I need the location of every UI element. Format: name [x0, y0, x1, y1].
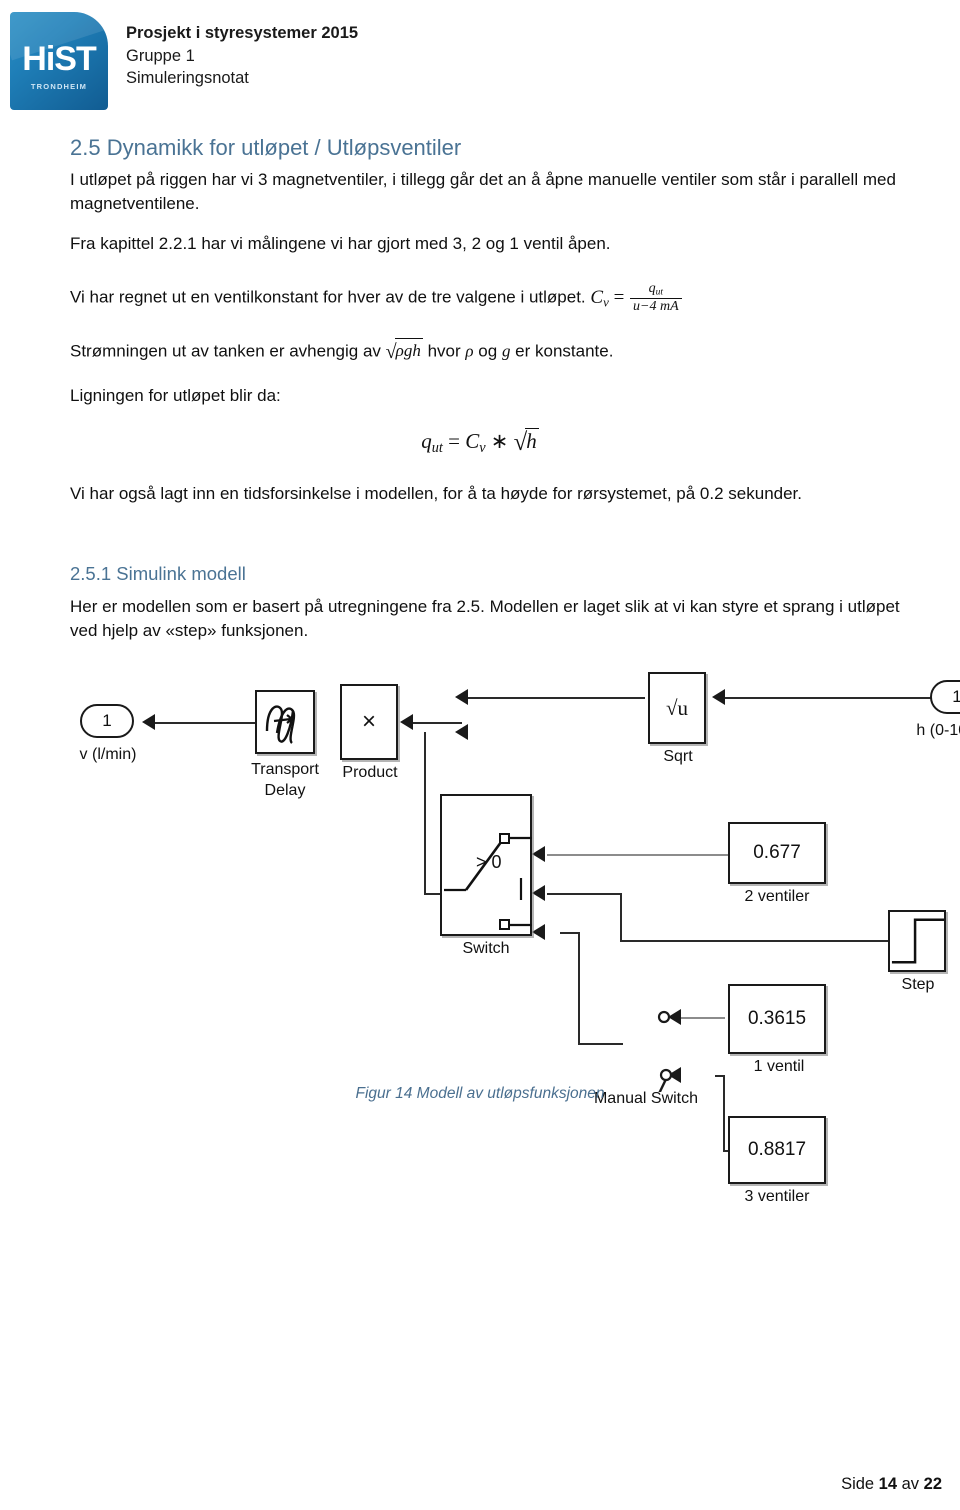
constant-two-valves-label: 2 ventiler: [744, 888, 810, 905]
footer-middle: av: [897, 1475, 924, 1493]
wire-const2-to-switch: [547, 854, 728, 856]
outport-label: v (l/min): [79, 746, 137, 763]
symbol-g: g: [501, 341, 511, 361]
footer-prefix: Side: [841, 1475, 879, 1493]
figure-caption: Figur 14 Modell av utløpsfunksjonen: [355, 1085, 605, 1102]
paragraph-6: Vi har også lagt inn en tidsforsinkelse …: [70, 484, 803, 503]
equation-qut: qut = Cv ∗ √h: [421, 428, 539, 456]
page-footer: Side 14 av 22: [841, 1475, 942, 1494]
arrow-switch-input-2: [532, 885, 545, 901]
header-line-doctype: Simuleringsnotat: [126, 69, 249, 88]
fraction-cv: qut u−4 mA: [630, 281, 682, 315]
hist-logo: HiST TRONDHEIM: [10, 12, 108, 110]
wire-const1-to-manual: [680, 1017, 725, 1019]
transport-delay-label: Transport Delay: [251, 761, 319, 799]
section-heading-2-5: 2.5 Dynamikk for utløpet / Utløpsventile…: [70, 135, 462, 160]
logo-text: HiST: [22, 40, 96, 78]
arrow-manual-in-2: [668, 1067, 681, 1083]
subsection-heading-2-5-1: 2.5.1 Simulink modell: [70, 563, 246, 584]
step-block[interactable]: [888, 910, 946, 972]
switch-block[interactable]: > 0: [440, 794, 532, 936]
wire-manual-seg-a: [560, 932, 580, 934]
symbol-rho: ρ: [465, 341, 474, 361]
sqrt-block[interactable]: √u: [648, 672, 706, 744]
sqrt-label: Sqrt: [663, 748, 693, 765]
arrow-switch-input-1: [532, 846, 545, 862]
paragraph-4-og: og: [478, 341, 498, 361]
paragraph-4: Strømningen ut av tanken er avhengig av …: [70, 338, 915, 366]
constant-three-valves-block[interactable]: 0.8817: [728, 1116, 826, 1184]
paragraph-4-lead: Strømningen ut av tanken er avhengig av: [70, 341, 381, 361]
constant-two-valves-block[interactable]: 0.677: [728, 822, 826, 884]
arrow-to-product-top: [455, 689, 468, 705]
header-title-block: Prosjekt i styresystemer 2015 Gruppe 1 S…: [126, 22, 358, 90]
wire-manual-seg-b: [578, 932, 580, 1045]
wire-sqrt-to-product: [465, 697, 645, 699]
header-line-group: Gruppe 1: [126, 46, 195, 65]
logo-shape-icon: HiST TRONDHEIM: [10, 12, 108, 110]
arrow-to-outport: [142, 714, 155, 730]
wire-manual-seg-c: [578, 1043, 623, 1045]
wire-switch-out-vertical: [424, 732, 426, 895]
paragraph-5: Ligningen for utløpet blir da:: [70, 386, 281, 405]
outport-block[interactable]: 1: [80, 704, 134, 738]
subsection-paragraph-1: Her er modellen som er basert på utregni…: [70, 597, 900, 641]
footer-total-pages: 22: [923, 1475, 942, 1493]
product-block[interactable]: ×: [340, 684, 398, 760]
simulink-model-diagram: 1 v (l/min) Transport Delay × Product √u…: [60, 672, 960, 1205]
inport-block[interactable]: 1: [930, 680, 960, 714]
page-header: HiST TRONDHEIM Prosjekt i styresystemer …: [0, 0, 960, 120]
constant-one-valve-block[interactable]: 0.3615: [728, 984, 826, 1054]
header-line-project: Prosjekt i styresystemer 2015: [126, 24, 359, 42]
constant-one-valve-label: 1 ventil: [753, 1058, 805, 1075]
step-label: Step: [901, 976, 935, 993]
inport-label: h (0-100%): [916, 722, 960, 739]
logo-subtext: TRONDHEIM: [30, 82, 88, 91]
wire-step-seg-b: [620, 893, 622, 942]
radicand-rho-g-h: ρgh: [394, 338, 423, 363]
wire-inport-to-sqrt: [722, 697, 932, 699]
paragraph-4-hvor: hvor: [427, 341, 461, 361]
wire-step-seg-d: [547, 893, 615, 895]
paragraph-4-tail: er konstante.: [515, 341, 614, 361]
switch-criteria-text: > 0: [476, 852, 502, 872]
paragraph-1: I utløpet på riggen har vi 3 magnetventi…: [70, 170, 896, 214]
footer-page-number: 14: [878, 1475, 898, 1493]
switch-label: Switch: [462, 940, 510, 957]
paragraph-3-text: Vi har regnet ut en ventilkonstant for h…: [70, 287, 586, 307]
formula-cv: Cv = qut u−4 mA: [590, 281, 682, 314]
wire-step-seg-c: [620, 940, 892, 942]
arrow-to-product-bottom: [455, 724, 468, 740]
paragraph-2: Fra kapittel 2.2.1 har vi målingene vi h…: [70, 234, 611, 253]
transport-delay-icon: [265, 705, 296, 744]
product-label: Product: [342, 764, 398, 781]
constant-three-valves-label: 3 ventiler: [744, 1188, 810, 1205]
arrow-manual-in-1: [668, 1009, 681, 1025]
transport-delay-block[interactable]: [255, 690, 315, 754]
arrow-switch-input-3: [532, 924, 545, 940]
step-signal-icon: [891, 918, 944, 964]
paragraph-3: Vi har regnet ut en ventilkonstant for h…: [70, 281, 915, 315]
arrow-to-delay: [400, 714, 413, 730]
arrow-to-sqrt: [712, 689, 725, 705]
